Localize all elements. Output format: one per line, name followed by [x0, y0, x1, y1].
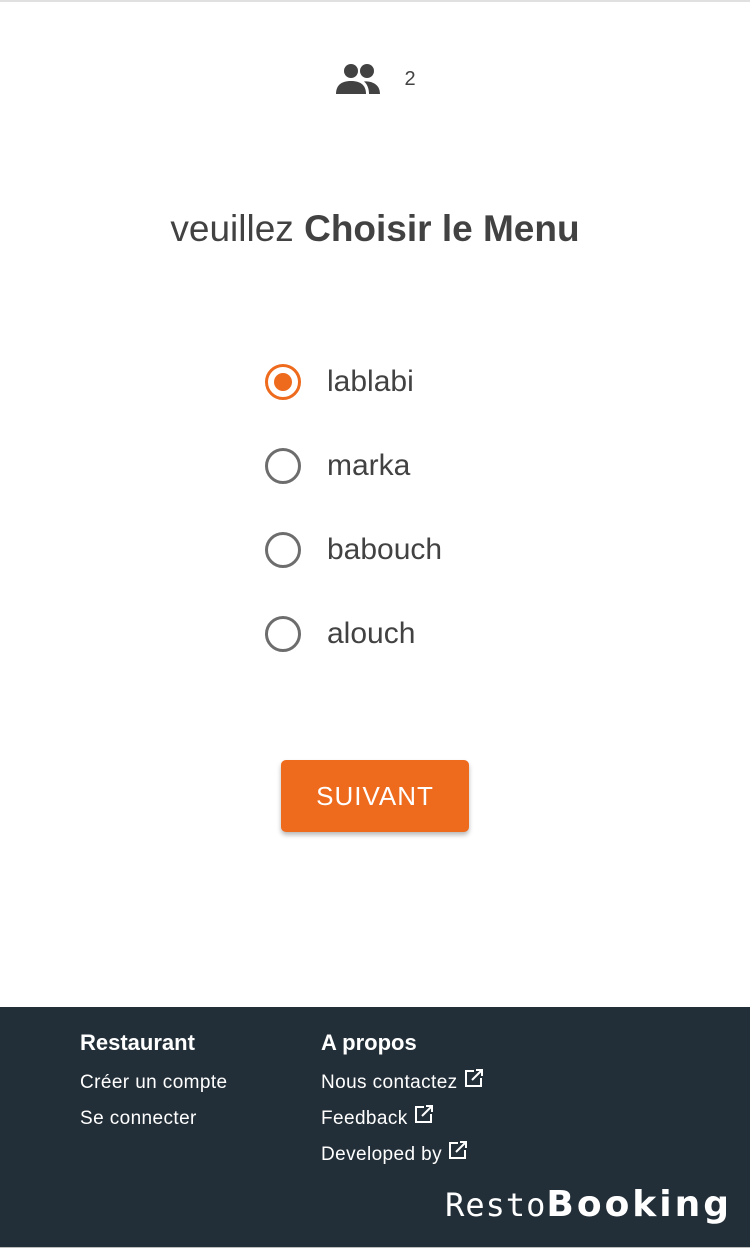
- top-border: [0, 0, 750, 2]
- menu-radio-group: lablabi marka babouch alouch: [265, 362, 565, 698]
- page-title: veuillez Choisir le Menu: [0, 208, 750, 250]
- external-link-icon: [448, 1137, 468, 1173]
- footer: Restaurant Créer un compte Se connecter …: [0, 1007, 750, 1247]
- create-account-link[interactable]: Créer un compte: [80, 1065, 228, 1101]
- menu-option[interactable]: lablabi: [265, 362, 565, 446]
- footer-restaurant-column: Restaurant Créer un compte Se connecter: [80, 1029, 228, 1137]
- feedback-link[interactable]: Feedback: [321, 1101, 484, 1137]
- menu-option-label: alouch: [327, 617, 416, 650]
- logo-text-light: Resto: [445, 1186, 547, 1224]
- menu-option[interactable]: alouch: [265, 614, 565, 698]
- external-link-icon: [414, 1101, 434, 1137]
- radio-button[interactable]: [265, 616, 301, 652]
- footer-restaurant-title: Restaurant: [80, 1030, 195, 1055]
- developed-by-link[interactable]: Developed by: [321, 1137, 484, 1173]
- guest-count-indicator: 2: [0, 62, 750, 96]
- footer-about-title: A propos: [321, 1030, 417, 1055]
- menu-option[interactable]: babouch: [265, 530, 565, 614]
- radio-button-selected[interactable]: [265, 364, 301, 400]
- radio-button[interactable]: [265, 448, 301, 484]
- contact-link-label: Nous contactez: [321, 1072, 458, 1093]
- menu-option-label: babouch: [327, 533, 443, 566]
- feedback-link-label: Feedback: [321, 1108, 408, 1129]
- menu-option-label: marka: [327, 449, 411, 482]
- contact-link[interactable]: Nous contactez: [321, 1065, 484, 1101]
- restobooking-logo: RestoBooking: [445, 1183, 732, 1225]
- bottom-border: [0, 1247, 750, 1252]
- logo-text-bold: Booking: [546, 1184, 732, 1225]
- title-prefix: veuillez: [170, 208, 294, 249]
- next-button[interactable]: SUIVANT: [281, 760, 469, 832]
- menu-option[interactable]: marka: [265, 446, 565, 530]
- footer-about-column: A propos Nous contactez Feedback Develop…: [321, 1029, 484, 1173]
- external-link-icon: [464, 1065, 484, 1101]
- people-icon: [334, 62, 382, 96]
- developed-by-link-label: Developed by: [321, 1144, 442, 1165]
- title-emphasis: Choisir le Menu: [304, 208, 580, 249]
- guest-count: 2: [404, 67, 416, 90]
- radio-button[interactable]: [265, 532, 301, 568]
- menu-option-label: lablabi: [327, 365, 414, 398]
- login-link[interactable]: Se connecter: [80, 1101, 228, 1137]
